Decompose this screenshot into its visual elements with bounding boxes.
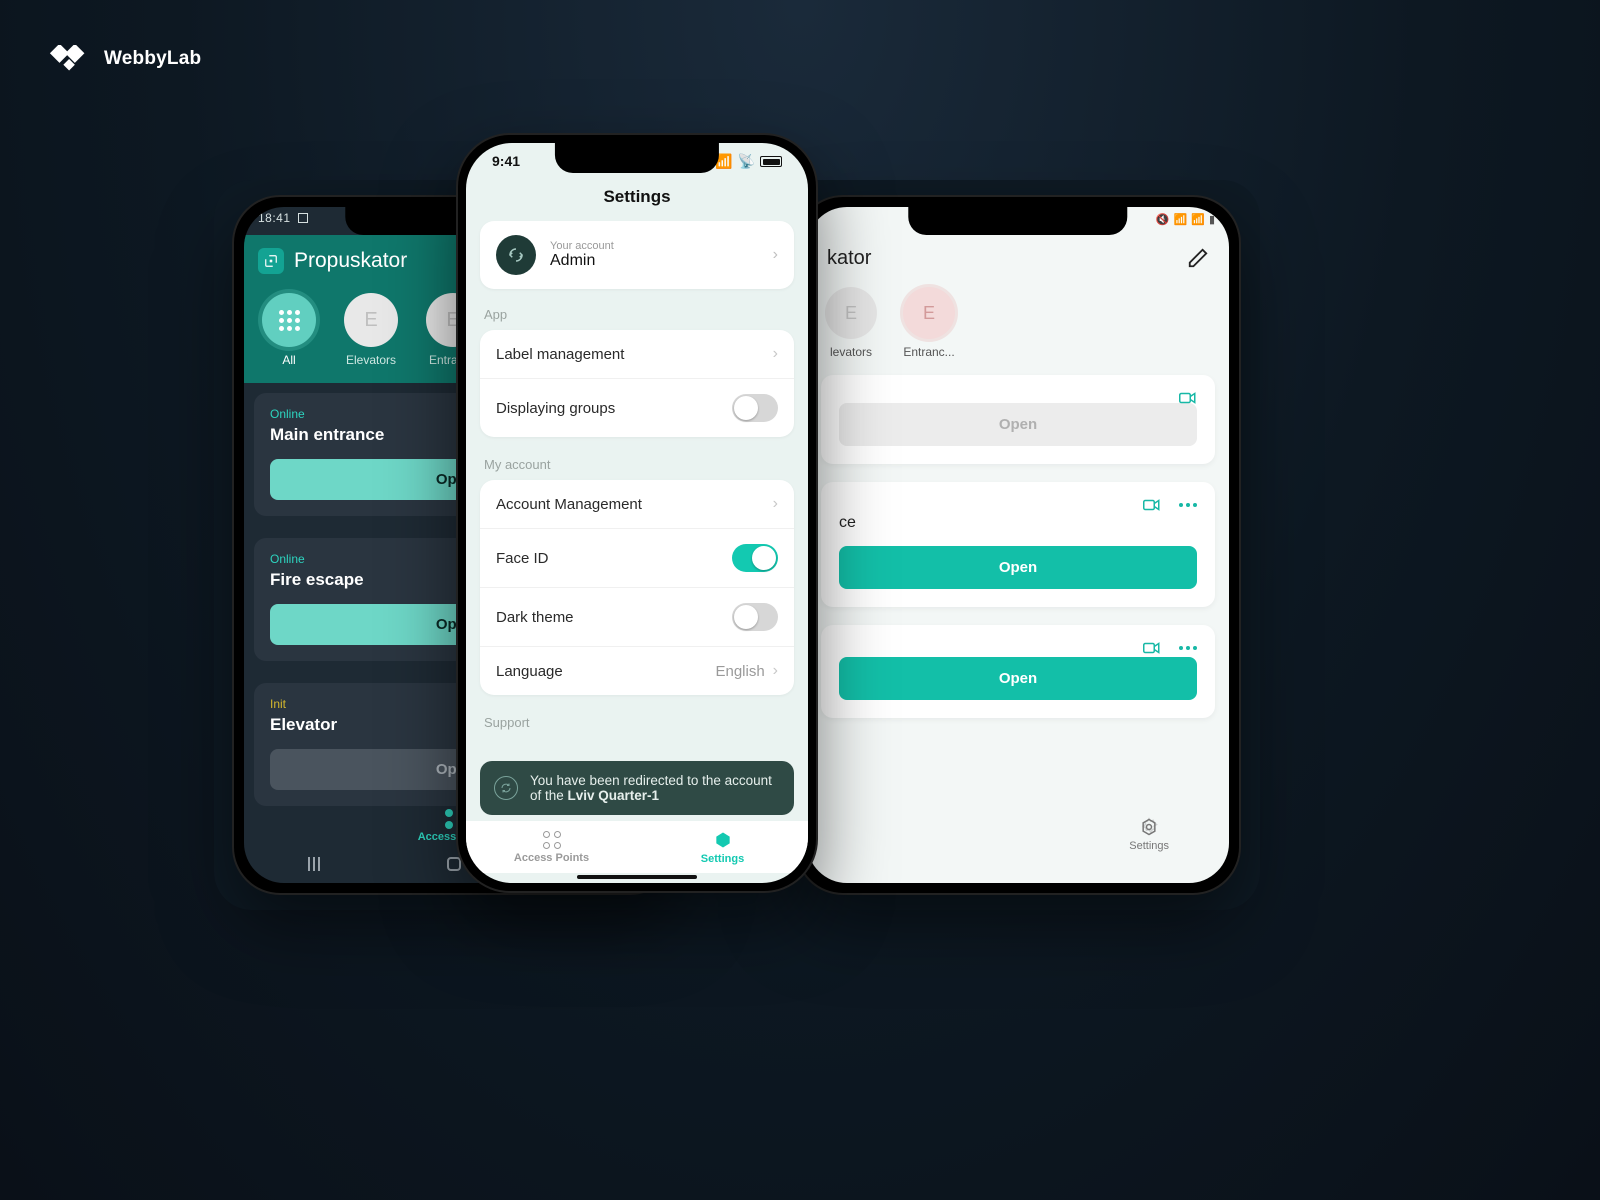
status-time: 18:41 (258, 211, 291, 225)
home-icon[interactable] (447, 857, 461, 871)
section-app: Label management › Displaying groups (480, 330, 794, 437)
status-bar: 🔇 📶 📶 ▮ (1156, 213, 1215, 226)
access-point-card: Open (821, 375, 1215, 464)
row-language[interactable]: Language English › (480, 647, 794, 695)
open-button[interactable]: Open (839, 403, 1197, 446)
section-label-support: Support (480, 715, 794, 738)
account-name: Admin (550, 252, 614, 270)
row-account-management[interactable]: Account Management › (480, 480, 794, 529)
group-tab-entrances[interactable]: E Entranc... (903, 287, 955, 375)
account-avatar (496, 235, 536, 275)
settings-icon (713, 830, 733, 850)
status-bar: 18:41 (258, 211, 308, 225)
sync-icon (494, 776, 518, 800)
phone-right: 🔇 📶 📶 ▮ kator E levators E Entranc... (795, 195, 1241, 895)
battery-icon (760, 156, 782, 167)
more-icon[interactable] (1179, 503, 1197, 507)
brand-name: WebbyLab (104, 48, 201, 70)
account-caption: Your account (550, 240, 614, 252)
status-time: 9:41 (492, 153, 520, 170)
edit-icon[interactable] (1187, 247, 1209, 269)
section-label-account: My account (480, 457, 794, 480)
app-title: Propuskator (294, 249, 407, 273)
more-icon[interactable] (1179, 646, 1197, 650)
toggle-dark-theme[interactable] (732, 603, 778, 631)
nav-tab-settings[interactable]: Settings (1129, 817, 1169, 865)
brand-mark-icon (48, 45, 94, 73)
group-label: Elevators (346, 353, 396, 367)
bottom-nav: Settings (807, 817, 1229, 865)
redirect-toast: You have been redirected to the account … (480, 761, 794, 815)
mute-icon: 🔇 (1156, 213, 1170, 226)
access-point-card: Open (821, 625, 1215, 718)
toggle-displaying-groups[interactable] (732, 394, 778, 422)
chevron-right-icon: › (773, 495, 778, 513)
camera-icon[interactable] (1143, 498, 1161, 512)
nav-label: Settings (1129, 840, 1169, 852)
grid-icon (279, 310, 300, 331)
status-image-icon (298, 213, 308, 223)
open-button[interactable]: Open (839, 546, 1197, 589)
access-point-card: ce Open (821, 482, 1215, 607)
group-tabs: E levators E Entranc... (807, 281, 1229, 375)
nav-label: Settings (701, 853, 744, 865)
recent-apps-icon[interactable] (308, 857, 320, 871)
row-label: Language (496, 663, 563, 680)
group-avatar: E (903, 287, 955, 339)
group-tab-elevators[interactable]: E levators (825, 287, 877, 375)
group-label: All (282, 353, 295, 367)
group-label: levators (830, 345, 872, 359)
group-avatar: E (344, 293, 398, 347)
row-displaying-groups: Displaying groups (480, 379, 794, 437)
toast-text: You have been redirected to the account … (530, 773, 780, 803)
nav-tab-access-points[interactable]: Access Points (466, 821, 637, 873)
brand-logo: WebbyLab (48, 45, 201, 73)
row-face-id: Face ID (480, 529, 794, 588)
row-label: Account Management (496, 496, 642, 513)
row-label-management[interactable]: Label management › (480, 330, 794, 379)
group-avatar: E (825, 287, 877, 339)
notch (908, 207, 1127, 235)
wifi-icon: 📶 (1174, 213, 1188, 226)
row-label: Dark theme (496, 609, 574, 626)
access-point-name: ce (839, 514, 1197, 532)
group-label: Entranc... (903, 345, 954, 359)
row-dark-theme: Dark theme (480, 588, 794, 647)
toggle-face-id[interactable] (732, 544, 778, 572)
section-account: Account Management › Face ID Dark theme … (480, 480, 794, 695)
app-logo-icon (258, 248, 284, 274)
group-tab-elevators[interactable]: E Elevators (344, 293, 398, 383)
access-points-icon (543, 831, 561, 849)
app-title-partial: kator (827, 247, 871, 270)
page-title: Settings (466, 187, 808, 207)
bottom-nav: Access Points Settings (466, 821, 808, 873)
home-indicator[interactable] (577, 875, 697, 879)
row-value: English (715, 663, 764, 680)
account-card[interactable]: Your account Admin › (480, 221, 794, 289)
signal-icon: 📶 (1191, 213, 1205, 226)
battery-icon: ▮ (1209, 213, 1215, 226)
row-label: Displaying groups (496, 400, 615, 417)
wifi-icon: 📡 (738, 153, 755, 170)
notch (555, 143, 719, 173)
camera-icon[interactable] (1143, 641, 1161, 655)
row-label: Label management (496, 346, 624, 363)
section-label-app: App (480, 307, 794, 330)
chevron-right-icon: › (773, 345, 778, 363)
chevron-right-icon: › (773, 246, 778, 264)
open-button[interactable]: Open (839, 657, 1197, 700)
nav-tab-settings[interactable]: Settings (637, 821, 808, 873)
phone-center: 9:41 📶 📡 Settings Your account Admin › A… (456, 133, 818, 893)
row-label: Face ID (496, 550, 549, 567)
chevron-right-icon: › (773, 662, 778, 680)
camera-icon[interactable] (1179, 391, 1197, 405)
group-tab-all[interactable]: All (262, 293, 316, 383)
gear-icon (1139, 817, 1159, 837)
nav-label: Access Points (514, 852, 589, 864)
app-header: kator (807, 237, 1229, 279)
access-point-list: Open ce Open Open (807, 375, 1229, 823)
